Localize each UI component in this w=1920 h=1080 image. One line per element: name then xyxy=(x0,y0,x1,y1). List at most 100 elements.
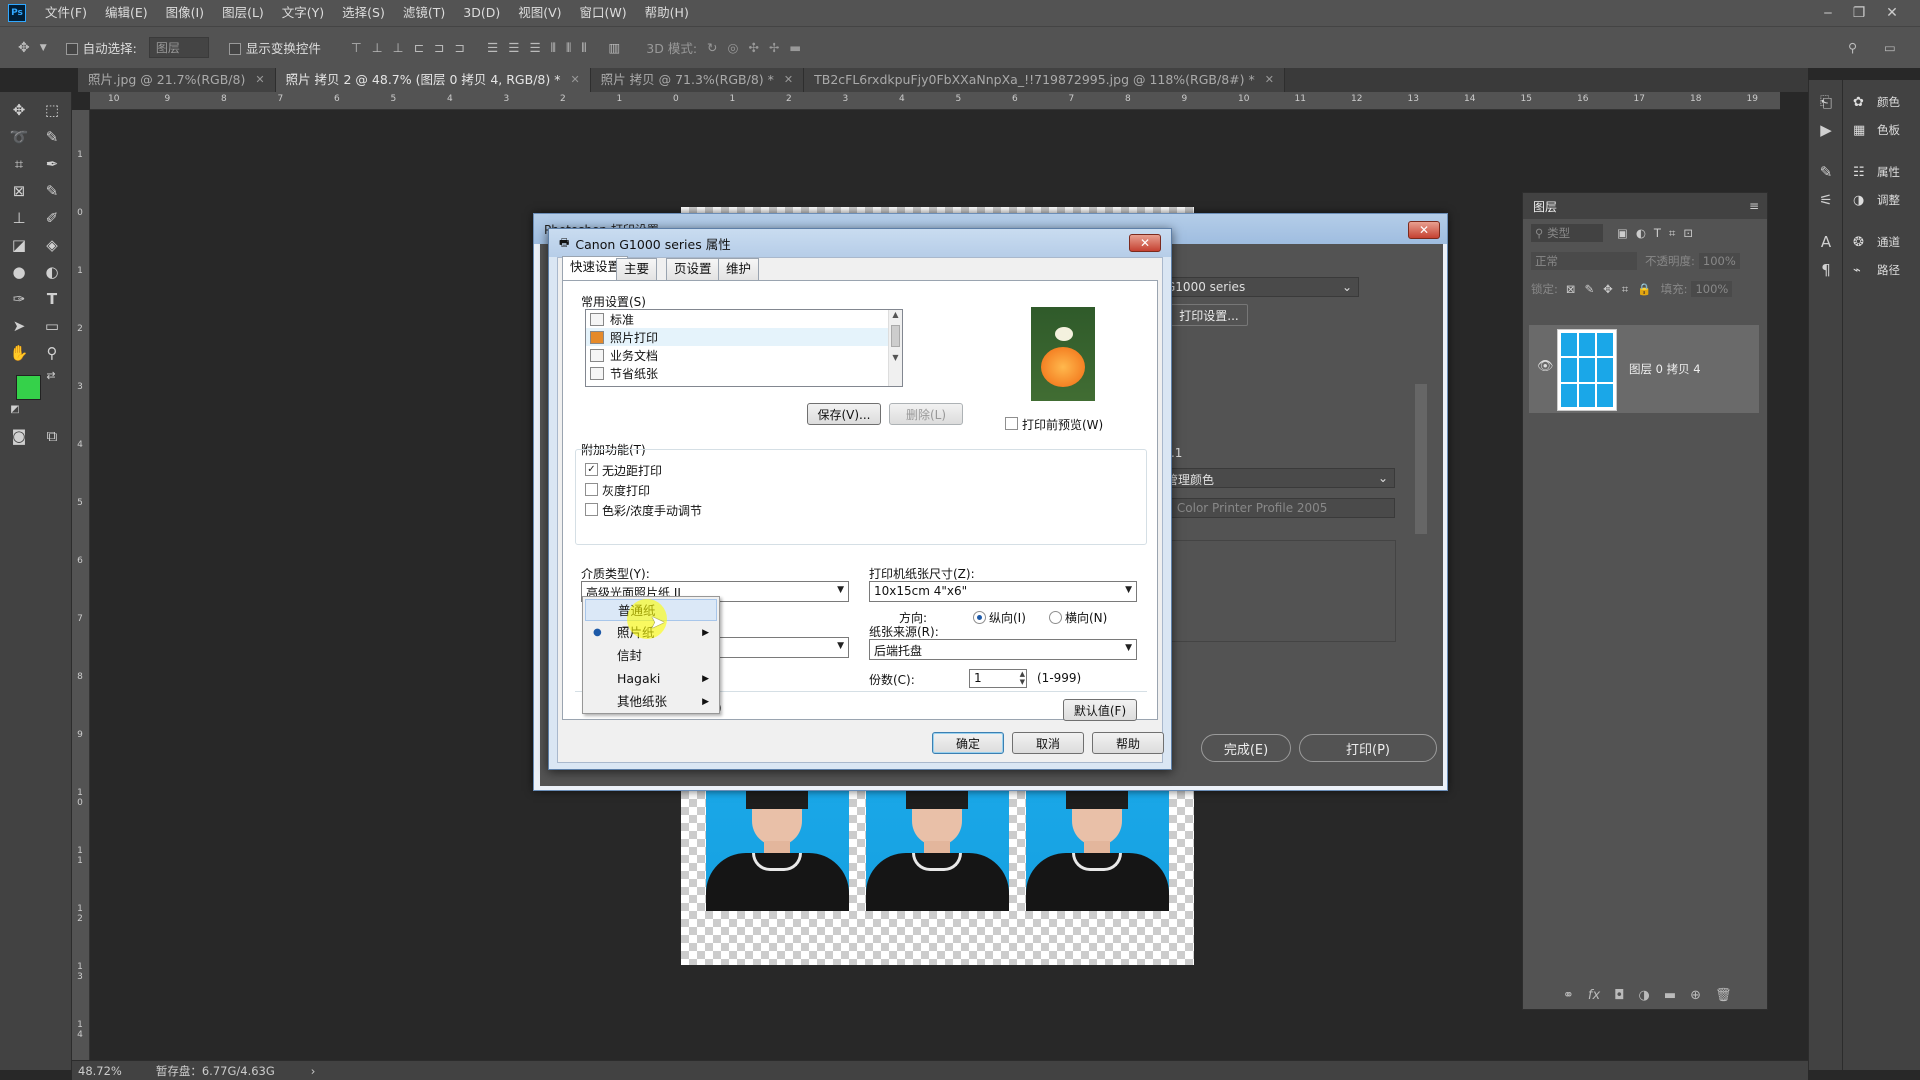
screen-mode-icon[interactable]: ⧉ xyxy=(38,424,66,448)
menu-item[interactable]: 窗口(W) xyxy=(571,0,636,26)
zoom-level[interactable]: 48.72% xyxy=(78,1064,122,1078)
chevron-right-icon[interactable]: › xyxy=(311,1064,316,1078)
adjustments-panel-button[interactable]: ◑ 调整 xyxy=(1853,192,1900,208)
paper-size-combobox[interactable]: 10x15cm 4"x6" ▼ xyxy=(869,581,1137,602)
close-tab-icon[interactable]: ✕ xyxy=(784,68,793,92)
extra-feature-checkbox[interactable] xyxy=(585,483,598,496)
lock-icons[interactable]: ⊠✎✥⌗🔒 xyxy=(1566,282,1661,297)
frame-tool-icon[interactable]: ⊠ xyxy=(5,179,33,203)
align-hcenter-icon[interactable]: ⊐ xyxy=(434,40,444,56)
media-menu-item[interactable]: 其他纸张 ▶ xyxy=(585,691,717,713)
defaults-button[interactable]: 默认值(F) xyxy=(1063,699,1137,721)
extra-feature-checkbox[interactable] xyxy=(585,503,598,516)
menu-item[interactable]: 图像(I) xyxy=(157,0,213,26)
fill-field[interactable]: 100% xyxy=(1691,281,1733,297)
history-brush-icon[interactable]: ✐ xyxy=(38,206,66,230)
landscape-radio[interactable] xyxy=(1049,611,1062,624)
auto-select-checkbox[interactable] xyxy=(65,40,83,55)
color-handling-dropdown[interactable]: 管理颜色 ⌄ xyxy=(1159,468,1395,488)
canon-tab[interactable]: 维护 xyxy=(718,258,760,280)
eyedropper-icon[interactable]: ✒ xyxy=(38,152,66,176)
common-settings-list[interactable]: 标准 照片打印 业务文档 节省纸张 ▲ ▼ xyxy=(585,309,903,387)
shape-tool-icon[interactable]: ▭ xyxy=(38,314,66,338)
workspace-icon[interactable]: ▭ xyxy=(1884,40,1896,55)
menu-item[interactable]: 滤镜(T) xyxy=(394,0,454,26)
save-button[interactable]: 保存(V)... xyxy=(807,403,881,425)
crop-tool-icon[interactable]: ⌗ xyxy=(5,152,33,176)
ok-button[interactable]: 确定 xyxy=(932,732,1004,754)
distribute-hcenter-icon[interactable]: ⫴ xyxy=(566,40,571,56)
3d-scale-icon[interactable]: ▬ xyxy=(789,40,801,55)
menu-item[interactable]: 文件(F) xyxy=(36,0,96,26)
copies-input[interactable]: 1 ▲ ▼ xyxy=(969,669,1027,688)
close-tab-icon[interactable]: ✕ xyxy=(255,68,264,92)
align-bottom-icon[interactable]: ⊥ xyxy=(393,40,404,56)
distribute-top-icon[interactable]: ☰ xyxy=(487,40,498,56)
filter-icons[interactable]: ▣◐T⌗⊡ xyxy=(1617,226,1701,241)
canon-tab[interactable]: 主要 xyxy=(616,258,658,280)
swap-colors-icon[interactable]: ⇄ xyxy=(44,368,58,382)
canon-dialog-close-button[interactable]: ✕ xyxy=(1129,234,1161,252)
distribute-left-icon[interactable]: ⫴ xyxy=(551,40,556,56)
stamp-tool-icon[interactable]: ⊥ xyxy=(5,206,33,230)
blend-mode-dropdown[interactable]: 正常 xyxy=(1531,252,1637,270)
adjustment-layer-icon[interactable]: ◑ xyxy=(1638,988,1649,1003)
menu-item[interactable]: 帮助(H) xyxy=(636,0,698,26)
type-tool-icon[interactable]: T xyxy=(38,287,66,311)
layer-name[interactable]: 图层 0 拷贝 4 xyxy=(1629,361,1701,377)
extra-feature-checkbox[interactable]: ✓ xyxy=(585,463,598,476)
folder-icon[interactable]: ▬ xyxy=(1664,988,1676,1003)
close-tab-icon[interactable]: ✕ xyxy=(570,68,579,92)
pen-tool-icon[interactable]: ✑ xyxy=(5,287,33,311)
media-menu-item[interactable]: Hagaki ▶ xyxy=(585,668,717,690)
paint-bucket-icon[interactable]: ◈ xyxy=(38,233,66,257)
panel-menu-icon[interactable]: ≡ xyxy=(1749,199,1759,213)
portrait-radio[interactable] xyxy=(973,611,986,624)
align-vcenter-icon[interactable]: ⊥ xyxy=(372,40,383,56)
eraser-icon[interactable]: ◪ xyxy=(5,233,33,257)
restore-icon[interactable]: ❐ xyxy=(1843,0,1875,26)
close-tab-icon[interactable]: ✕ xyxy=(1265,68,1274,92)
done-button[interactable]: 完成(E) xyxy=(1201,734,1291,762)
canon-tab[interactable]: 页设置 xyxy=(666,258,720,280)
default-colors-icon[interactable]: ◩ xyxy=(8,402,22,416)
opacity-field[interactable]: 100% xyxy=(1698,253,1740,269)
print-quality-combobox[interactable]: ▼ xyxy=(713,637,849,658)
distribute-vcenter-icon[interactable]: ☰ xyxy=(508,40,519,56)
trash-icon[interactable]: 🗑 xyxy=(1715,988,1732,1003)
show-transform-checkbox[interactable] xyxy=(228,40,246,55)
character-icon[interactable]: A xyxy=(1812,230,1840,254)
menu-item[interactable]: 编辑(E) xyxy=(96,0,157,26)
mask-icon[interactable]: ◘ xyxy=(1614,988,1624,1003)
document-tab[interactable]: TB2cFL6rxdkpuFjy0FbXXaNnpXa_!!719872995.… xyxy=(804,68,1285,92)
paths-panel-button[interactable]: ⌁ 路径 xyxy=(1853,262,1900,278)
scrollbar[interactable] xyxy=(1415,384,1427,534)
common-setting-item[interactable]: 标准 xyxy=(586,310,902,328)
blur-tool-icon[interactable]: ● xyxy=(5,260,33,284)
zoom-tool-icon[interactable]: ⚲ xyxy=(38,341,66,365)
delete-button[interactable]: 删除(L) xyxy=(889,403,963,425)
chevron-down-icon[interactable]: ▼ xyxy=(40,43,47,53)
paper-source-combobox[interactable]: 后端托盘 ▼ xyxy=(869,639,1137,660)
auto-select-dropdown[interactable]: 图层 xyxy=(148,37,209,58)
menu-item[interactable]: 选择(S) xyxy=(333,0,394,26)
menu-item[interactable]: 图层(L) xyxy=(213,0,273,26)
adjust-sliders-icon[interactable]: ⚟ xyxy=(1812,188,1840,212)
move-tool-icon[interactable]: ✥ xyxy=(5,98,33,122)
foreground-color-swatch[interactable] xyxy=(16,375,41,400)
help-button[interactable]: 帮助 xyxy=(1092,732,1164,754)
search-icon[interactable]: ⚲ xyxy=(1848,40,1857,55)
3d-slide-icon[interactable]: ✢ xyxy=(769,40,779,55)
new-layer-icon[interactable]: ⊕ xyxy=(1690,988,1701,1003)
common-setting-item[interactable]: 照片打印 xyxy=(586,328,902,346)
quick-select-icon[interactable]: ✎ xyxy=(38,125,66,149)
menu-item[interactable]: 视图(V) xyxy=(509,0,570,26)
actions-play-icon[interactable]: ▶ xyxy=(1812,118,1840,142)
align-left-icon[interactable]: ⊏ xyxy=(414,40,424,56)
3d-pan-icon[interactable]: ✣ xyxy=(748,40,758,55)
cancel-button[interactable]: 取消 xyxy=(1012,732,1084,754)
brush-tool-icon[interactable]: ✎ xyxy=(38,179,66,203)
media-menu-item[interactable]: 信封 xyxy=(585,645,717,667)
properties-panel-button[interactable]: ☷ 属性 xyxy=(1853,164,1900,180)
history-icon[interactable]: ⎗ xyxy=(1812,90,1840,114)
